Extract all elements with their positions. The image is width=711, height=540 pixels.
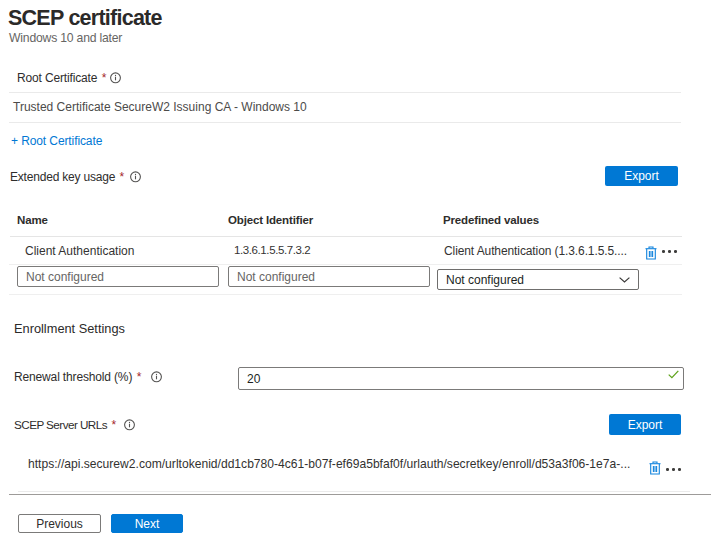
add-root-certificate-link[interactable]: + Root Certificate: [11, 134, 102, 148]
dropdown-selected-value: Not configured: [446, 273, 524, 287]
scep-server-urls-label: SCEP Server URLs: [14, 418, 107, 431]
eku-object-identifier-input[interactable]: [228, 266, 430, 287]
ellipsis-dots: [666, 467, 681, 471]
root-certificate-label-row: Root Certificate *: [17, 68, 122, 88]
ellipsis-dots: [662, 249, 677, 253]
required-asterisk: *: [102, 71, 107, 85]
renewal-threshold-label-row: Renewal threshold (%) *: [14, 367, 163, 387]
eku-name-input[interactable]: [17, 266, 219, 287]
delete-icon[interactable]: [645, 246, 657, 260]
eku-row-object-identifier: 1.3.6.1.5.5.7.3.2: [234, 244, 310, 256]
required-asterisk: *: [120, 170, 125, 184]
eku-row-predefined-value: Client Authentication (1.3.6.1.5.5....: [444, 244, 627, 258]
footer-divider: [9, 494, 711, 495]
info-icon[interactable]: [109, 70, 122, 88]
table-bottom-divider: [9, 294, 682, 295]
previous-button[interactable]: Previous: [18, 514, 101, 533]
eku-predefined-values-dropdown[interactable]: Not configured: [437, 269, 639, 290]
delete-icon[interactable]: [649, 461, 661, 475]
extended-key-usage-label: Extended key usage: [10, 170, 115, 184]
column-header-object-identifier: Object Identifier: [228, 214, 313, 226]
more-options-icon[interactable]: [662, 249, 677, 253]
next-button[interactable]: Next: [111, 514, 183, 533]
info-icon[interactable]: [129, 169, 142, 187]
renewal-threshold-label: Renewal threshold (%): [14, 370, 132, 384]
info-icon[interactable]: [123, 417, 136, 435]
more-options-icon[interactable]: [666, 467, 681, 471]
required-asterisk: *: [137, 370, 142, 384]
enrollment-settings-heading: Enrollment Settings: [14, 321, 125, 336]
export-button[interactable]: Export: [609, 414, 681, 435]
column-header-name: Name: [17, 214, 48, 226]
extended-key-usage-label-row: Extended key usage *: [10, 167, 142, 187]
root-certificate-label: Root Certificate: [17, 71, 97, 85]
page-subtitle: Windows 10 and later: [9, 31, 122, 45]
divider: [9, 122, 681, 123]
required-asterisk: *: [111, 418, 116, 432]
divider: [9, 92, 681, 93]
chevron-down-icon: [619, 277, 630, 283]
scep-server-urls-label-row: SCEP Server URLs *: [14, 415, 136, 435]
scep-server-url-value: https://api.securew2.com/urltokenid/dd1c…: [28, 457, 630, 471]
eku-row-name: Client Authentication: [25, 244, 134, 258]
valid-checkmark-icon: [668, 370, 679, 379]
url-list-bottom-divider: [18, 491, 690, 492]
table-header-divider: [10, 236, 682, 237]
export-button[interactable]: Export: [605, 166, 678, 186]
page-title: SCEP certificate: [8, 6, 162, 31]
table-row-divider: [9, 264, 682, 265]
scep-certificate-page: SCEP certificate Windows 10 and later Ro…: [0, 0, 711, 540]
info-icon[interactable]: [150, 369, 163, 387]
root-certificate-value: Trusted Certificate SecureW2 Issuing CA …: [13, 100, 307, 114]
renewal-threshold-input[interactable]: [238, 367, 684, 390]
column-header-predefined-values: Predefined values: [443, 214, 539, 226]
